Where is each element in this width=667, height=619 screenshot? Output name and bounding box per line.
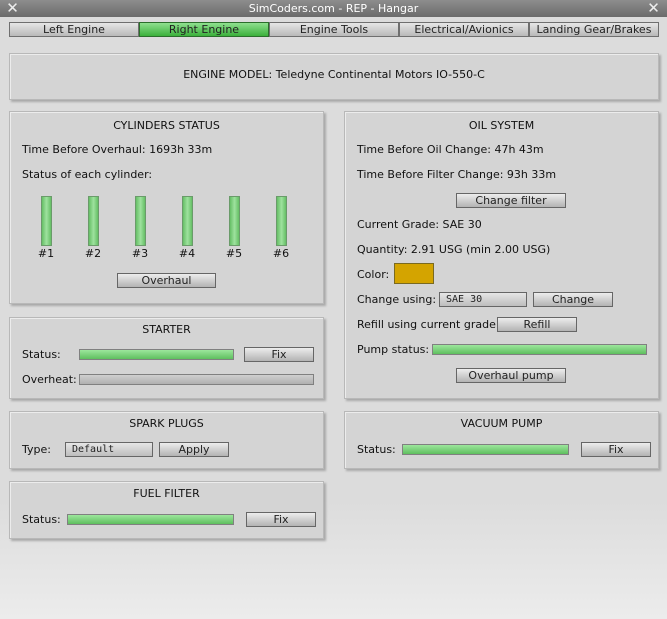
oil-system-panel: OIL SYSTEM Time Before Oil Change: 47h 4…: [344, 111, 659, 399]
refill-label: Refill using current grade:: [357, 318, 500, 331]
starter-title: STARTER: [142, 323, 191, 336]
cylinders-status-panel: CYLINDERS STATUS Time Before Overhaul: 1…: [9, 111, 324, 304]
fuel-filter-status-label: Status:: [22, 513, 61, 526]
engine-model-label: ENGINE MODEL: Teledyne Continental Motor…: [183, 68, 485, 81]
close-icon[interactable]: ✕: [4, 0, 21, 17]
fuel-filter-title: FUEL FILTER: [133, 487, 200, 500]
cylinder-5-label: #5: [225, 247, 243, 260]
fuel-filter-status-bar-fill: [68, 515, 233, 524]
window-title-bar: SimCoders.com - REP - Hangar: [0, 0, 667, 17]
fuel-filter-status-bar: [67, 514, 234, 525]
cylinder-2-status-bar: [88, 196, 99, 246]
vacuum-pump-panel: VACUUM PUMP Status: Fix: [344, 411, 659, 469]
oil-pump-status-bar-fill: [433, 345, 646, 354]
cylinder-6-status-bar: [276, 196, 287, 246]
starter-status-label: Status:: [22, 348, 61, 361]
time-before-oil-change: Time Before Oil Change: 47h 43m: [357, 143, 544, 156]
starter-fix-button[interactable]: Fix: [244, 347, 314, 362]
vacuum-fix-button[interactable]: Fix: [581, 442, 651, 457]
cylinder-3-status-bar: [135, 196, 146, 246]
tab-engine-tools[interactable]: Engine Tools: [269, 22, 399, 37]
oil-color-swatch: [394, 263, 434, 284]
spark-plugs-panel: SPARK PLUGS Type: Default Apply: [9, 411, 324, 469]
cylinder-3-label: #3: [131, 247, 149, 260]
change-oil-button[interactable]: Change: [533, 292, 613, 307]
cylinder-4-status-bar: [182, 196, 193, 246]
starter-panel: STARTER Status: Fix Overheat:: [9, 317, 324, 399]
time-before-filter-change: Time Before Filter Change: 93h 33m: [357, 168, 557, 181]
tab-right-engine[interactable]: Right Engine: [139, 22, 269, 37]
cylinders-title: CYLINDERS STATUS: [113, 119, 220, 132]
starter-status-bar: [79, 349, 234, 360]
starter-status-bar-fill: [80, 350, 233, 359]
current-grade-label: Current Grade: SAE 30: [357, 218, 482, 231]
change-filter-button[interactable]: Change filter: [456, 193, 566, 208]
overhaul-pump-button[interactable]: Overhaul pump: [456, 368, 566, 383]
pump-status-label: Pump status:: [357, 343, 430, 356]
tab-electrical-avionics[interactable]: Electrical/Avionics: [399, 22, 529, 37]
spark-plugs-type-label: Type:: [22, 443, 51, 456]
oil-pump-status-bar: [432, 344, 647, 355]
vacuum-status-label: Status:: [357, 443, 396, 456]
spark-plugs-apply-button[interactable]: Apply: [159, 442, 229, 457]
window-title: SimCoders.com - REP - Hangar: [248, 2, 419, 15]
vacuum-status-bar: [402, 444, 569, 455]
refill-button[interactable]: Refill: [497, 317, 577, 332]
vacuum-pump-title: VACUUM PUMP: [460, 417, 543, 430]
starter-overheat-label: Overheat:: [22, 373, 77, 386]
oil-quantity-label: Quantity: 2.91 USG (min 2.00 USG): [357, 243, 551, 256]
oil-grade-select[interactable]: SAE 30: [439, 292, 527, 307]
vacuum-status-bar-fill: [403, 445, 568, 454]
cylinder-status-label: Status of each cylinder:: [22, 168, 153, 181]
fuel-filter-fix-button[interactable]: Fix: [246, 512, 316, 527]
time-before-overhaul: Time Before Overhaul: 1693h 33m: [22, 143, 213, 156]
cylinder-1-label: #1: [37, 247, 55, 260]
cylinder-4-label: #4: [178, 247, 196, 260]
starter-overheat-bar: [79, 374, 314, 385]
oil-system-title: OIL SYSTEM: [468, 119, 535, 132]
overhaul-button[interactable]: Overhaul: [117, 273, 216, 288]
cylinder-2-label: #2: [84, 247, 102, 260]
tab-landing-gear-brakes[interactable]: Landing Gear/Brakes: [529, 22, 659, 37]
tab-left-engine[interactable]: Left Engine: [9, 22, 139, 37]
change-using-label: Change using:: [357, 293, 437, 306]
oil-color-label: Color:: [357, 268, 390, 281]
cylinder-1-status-bar: [41, 196, 52, 246]
fuel-filter-panel: FUEL FILTER Status: Fix: [9, 481, 324, 539]
close-icon-right[interactable]: ✕: [645, 0, 662, 17]
engine-model-panel: ENGINE MODEL: Teledyne Continental Motor…: [9, 53, 659, 100]
spark-plugs-title: SPARK PLUGS: [129, 417, 204, 430]
cylinder-6-label: #6: [272, 247, 290, 260]
spark-plugs-type-select[interactable]: Default: [65, 442, 153, 457]
cylinder-5-status-bar: [229, 196, 240, 246]
